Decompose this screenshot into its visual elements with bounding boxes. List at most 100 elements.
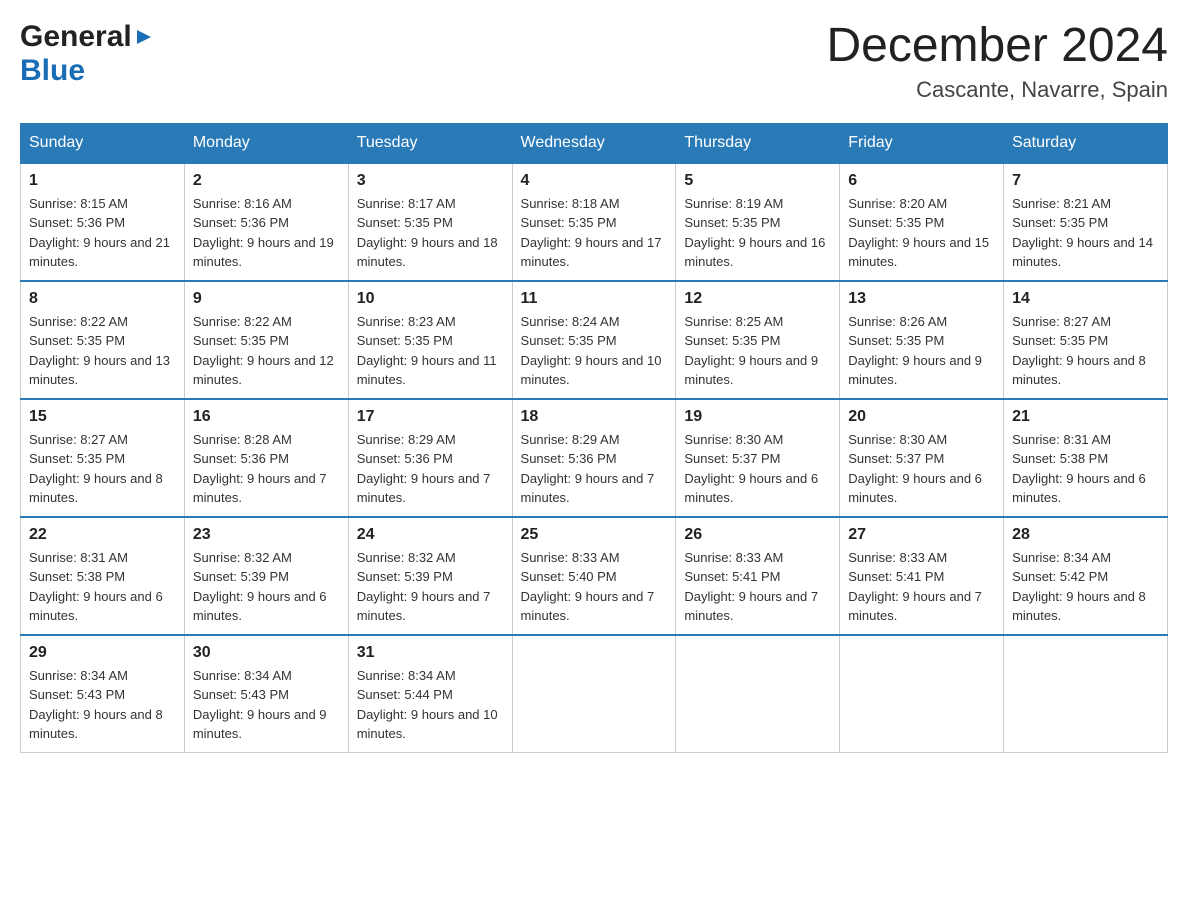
calendar-week-row: 15 Sunrise: 8:27 AM Sunset: 5:35 PM Dayl… xyxy=(21,399,1168,517)
calendar-cell xyxy=(512,635,676,753)
calendar-cell: 26 Sunrise: 8:33 AM Sunset: 5:41 PM Dayl… xyxy=(676,517,840,635)
day-info: Sunrise: 8:34 AM Sunset: 5:42 PM Dayligh… xyxy=(1012,548,1159,626)
calendar-cell: 17 Sunrise: 8:29 AM Sunset: 5:36 PM Dayl… xyxy=(348,399,512,517)
day-info: Sunrise: 8:25 AM Sunset: 5:35 PM Dayligh… xyxy=(684,312,831,390)
logo-blue-text: Blue xyxy=(20,54,85,88)
day-info: Sunrise: 8:26 AM Sunset: 5:35 PM Dayligh… xyxy=(848,312,995,390)
calendar-cell xyxy=(676,635,840,753)
calendar-cell: 21 Sunrise: 8:31 AM Sunset: 5:38 PM Dayl… xyxy=(1004,399,1168,517)
logo-triangle-icon xyxy=(135,28,153,46)
day-number: 5 xyxy=(684,172,831,190)
day-number: 23 xyxy=(193,526,340,544)
day-info: Sunrise: 8:28 AM Sunset: 5:36 PM Dayligh… xyxy=(193,430,340,508)
calendar-week-row: 8 Sunrise: 8:22 AM Sunset: 5:35 PM Dayli… xyxy=(21,281,1168,399)
day-number: 31 xyxy=(357,644,504,662)
day-number: 3 xyxy=(357,172,504,190)
page-header: General Blue December 2024 Cascante, Nav… xyxy=(20,20,1168,103)
day-number: 10 xyxy=(357,290,504,308)
day-number: 26 xyxy=(684,526,831,544)
calendar-cell: 3 Sunrise: 8:17 AM Sunset: 5:35 PM Dayli… xyxy=(348,163,512,281)
calendar-cell: 1 Sunrise: 8:15 AM Sunset: 5:36 PM Dayli… xyxy=(21,163,185,281)
calendar-week-row: 22 Sunrise: 8:31 AM Sunset: 5:38 PM Dayl… xyxy=(21,517,1168,635)
calendar-cell: 25 Sunrise: 8:33 AM Sunset: 5:40 PM Dayl… xyxy=(512,517,676,635)
title-section: December 2024 Cascante, Navarre, Spain xyxy=(826,20,1168,103)
day-number: 22 xyxy=(29,526,176,544)
day-header-tuesday: Tuesday xyxy=(348,123,512,163)
day-info: Sunrise: 8:33 AM Sunset: 5:41 PM Dayligh… xyxy=(848,548,995,626)
calendar-cell: 23 Sunrise: 8:32 AM Sunset: 5:39 PM Dayl… xyxy=(184,517,348,635)
day-header-saturday: Saturday xyxy=(1004,123,1168,163)
day-info: Sunrise: 8:29 AM Sunset: 5:36 PM Dayligh… xyxy=(357,430,504,508)
calendar-cell: 28 Sunrise: 8:34 AM Sunset: 5:42 PM Dayl… xyxy=(1004,517,1168,635)
day-number: 7 xyxy=(1012,172,1159,190)
calendar-cell: 9 Sunrise: 8:22 AM Sunset: 5:35 PM Dayli… xyxy=(184,281,348,399)
day-number: 18 xyxy=(521,408,668,426)
day-number: 21 xyxy=(1012,408,1159,426)
day-info: Sunrise: 8:32 AM Sunset: 5:39 PM Dayligh… xyxy=(193,548,340,626)
calendar-cell: 14 Sunrise: 8:27 AM Sunset: 5:35 PM Dayl… xyxy=(1004,281,1168,399)
calendar-cell xyxy=(840,635,1004,753)
day-info: Sunrise: 8:23 AM Sunset: 5:35 PM Dayligh… xyxy=(357,312,504,390)
day-number: 27 xyxy=(848,526,995,544)
location-text: Cascante, Navarre, Spain xyxy=(826,77,1168,103)
day-number: 24 xyxy=(357,526,504,544)
day-header-friday: Friday xyxy=(840,123,1004,163)
day-info: Sunrise: 8:34 AM Sunset: 5:44 PM Dayligh… xyxy=(357,666,504,744)
day-number: 2 xyxy=(193,172,340,190)
calendar-cell: 19 Sunrise: 8:30 AM Sunset: 5:37 PM Dayl… xyxy=(676,399,840,517)
day-info: Sunrise: 8:33 AM Sunset: 5:40 PM Dayligh… xyxy=(521,548,668,626)
calendar-cell: 16 Sunrise: 8:28 AM Sunset: 5:36 PM Dayl… xyxy=(184,399,348,517)
day-number: 8 xyxy=(29,290,176,308)
calendar-cell: 31 Sunrise: 8:34 AM Sunset: 5:44 PM Dayl… xyxy=(348,635,512,753)
month-title: December 2024 xyxy=(826,20,1168,73)
day-info: Sunrise: 8:32 AM Sunset: 5:39 PM Dayligh… xyxy=(357,548,504,626)
day-info: Sunrise: 8:22 AM Sunset: 5:35 PM Dayligh… xyxy=(29,312,176,390)
calendar-cell: 13 Sunrise: 8:26 AM Sunset: 5:35 PM Dayl… xyxy=(840,281,1004,399)
day-info: Sunrise: 8:17 AM Sunset: 5:35 PM Dayligh… xyxy=(357,194,504,272)
day-number: 4 xyxy=(521,172,668,190)
day-number: 19 xyxy=(684,408,831,426)
calendar-cell: 10 Sunrise: 8:23 AM Sunset: 5:35 PM Dayl… xyxy=(348,281,512,399)
calendar-cell: 7 Sunrise: 8:21 AM Sunset: 5:35 PM Dayli… xyxy=(1004,163,1168,281)
day-number: 16 xyxy=(193,408,340,426)
logo: General Blue xyxy=(20,20,153,88)
day-number: 1 xyxy=(29,172,176,190)
day-info: Sunrise: 8:22 AM Sunset: 5:35 PM Dayligh… xyxy=(193,312,340,390)
calendar-cell: 24 Sunrise: 8:32 AM Sunset: 5:39 PM Dayl… xyxy=(348,517,512,635)
day-info: Sunrise: 8:21 AM Sunset: 5:35 PM Dayligh… xyxy=(1012,194,1159,272)
day-header-sunday: Sunday xyxy=(21,123,185,163)
day-number: 30 xyxy=(193,644,340,662)
day-number: 17 xyxy=(357,408,504,426)
day-number: 11 xyxy=(521,290,668,308)
calendar-cell: 12 Sunrise: 8:25 AM Sunset: 5:35 PM Dayl… xyxy=(676,281,840,399)
calendar-cell: 30 Sunrise: 8:34 AM Sunset: 5:43 PM Dayl… xyxy=(184,635,348,753)
logo-general-text: General xyxy=(20,20,132,54)
day-number: 20 xyxy=(848,408,995,426)
day-number: 15 xyxy=(29,408,176,426)
day-info: Sunrise: 8:27 AM Sunset: 5:35 PM Dayligh… xyxy=(29,430,176,508)
calendar-cell xyxy=(1004,635,1168,753)
calendar-week-row: 29 Sunrise: 8:34 AM Sunset: 5:43 PM Dayl… xyxy=(21,635,1168,753)
day-info: Sunrise: 8:27 AM Sunset: 5:35 PM Dayligh… xyxy=(1012,312,1159,390)
day-number: 14 xyxy=(1012,290,1159,308)
calendar-week-row: 1 Sunrise: 8:15 AM Sunset: 5:36 PM Dayli… xyxy=(21,163,1168,281)
day-header-thursday: Thursday xyxy=(676,123,840,163)
day-number: 6 xyxy=(848,172,995,190)
calendar-cell: 27 Sunrise: 8:33 AM Sunset: 5:41 PM Dayl… xyxy=(840,517,1004,635)
day-info: Sunrise: 8:18 AM Sunset: 5:35 PM Dayligh… xyxy=(521,194,668,272)
calendar-cell: 5 Sunrise: 8:19 AM Sunset: 5:35 PM Dayli… xyxy=(676,163,840,281)
day-info: Sunrise: 8:34 AM Sunset: 5:43 PM Dayligh… xyxy=(193,666,340,744)
day-number: 12 xyxy=(684,290,831,308)
calendar-cell: 18 Sunrise: 8:29 AM Sunset: 5:36 PM Dayl… xyxy=(512,399,676,517)
calendar-cell: 15 Sunrise: 8:27 AM Sunset: 5:35 PM Dayl… xyxy=(21,399,185,517)
calendar-cell: 8 Sunrise: 8:22 AM Sunset: 5:35 PM Dayli… xyxy=(21,281,185,399)
calendar-cell: 29 Sunrise: 8:34 AM Sunset: 5:43 PM Dayl… xyxy=(21,635,185,753)
calendar-cell: 6 Sunrise: 8:20 AM Sunset: 5:35 PM Dayli… xyxy=(840,163,1004,281)
day-info: Sunrise: 8:30 AM Sunset: 5:37 PM Dayligh… xyxy=(684,430,831,508)
day-info: Sunrise: 8:34 AM Sunset: 5:43 PM Dayligh… xyxy=(29,666,176,744)
day-info: Sunrise: 8:20 AM Sunset: 5:35 PM Dayligh… xyxy=(848,194,995,272)
calendar-cell: 20 Sunrise: 8:30 AM Sunset: 5:37 PM Dayl… xyxy=(840,399,1004,517)
day-info: Sunrise: 8:31 AM Sunset: 5:38 PM Dayligh… xyxy=(29,548,176,626)
calendar-cell: 11 Sunrise: 8:24 AM Sunset: 5:35 PM Dayl… xyxy=(512,281,676,399)
day-number: 29 xyxy=(29,644,176,662)
